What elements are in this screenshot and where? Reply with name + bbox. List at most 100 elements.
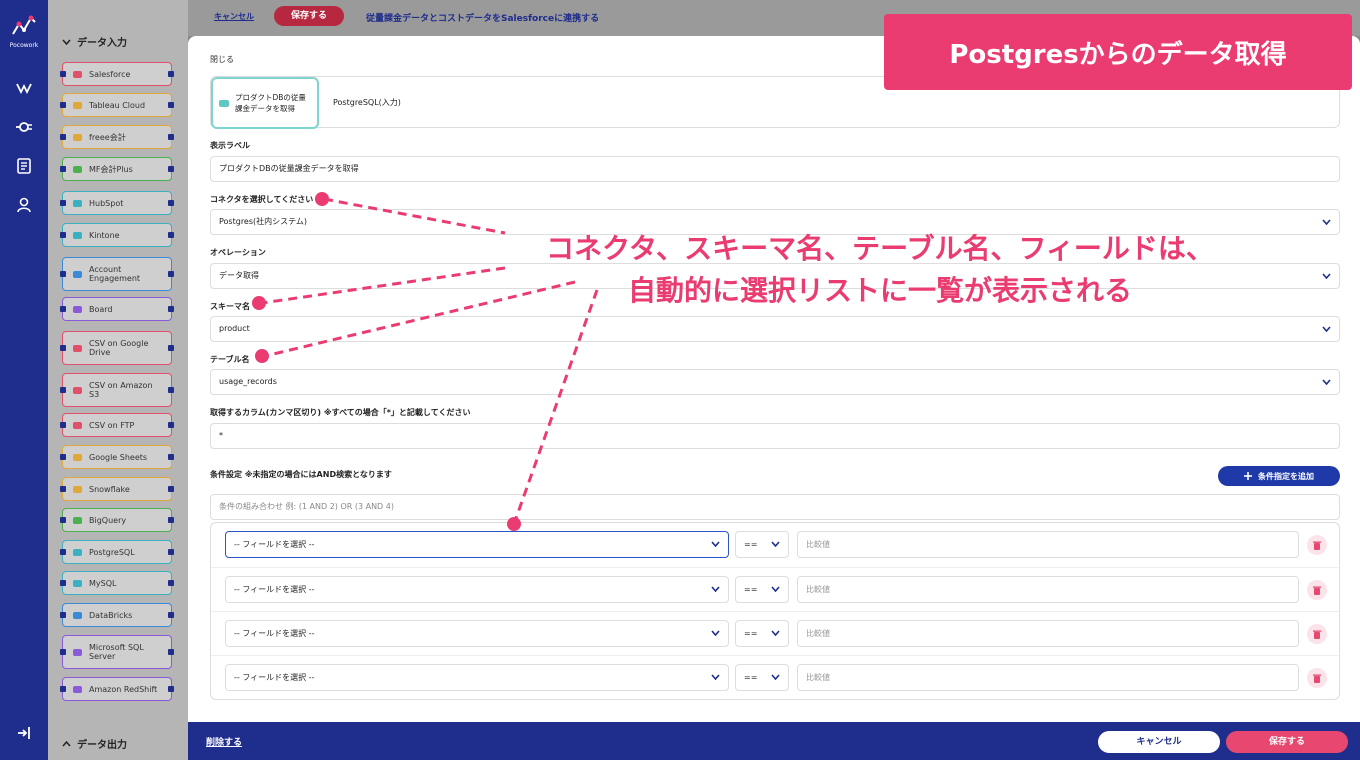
- field-select[interactable]: -- フィールドを選択 --: [225, 664, 729, 691]
- close-link[interactable]: 閉じる: [210, 54, 234, 65]
- input-port[interactable]: [60, 271, 66, 277]
- columns-input[interactable]: *: [210, 423, 1340, 449]
- logout-icon[interactable]: [12, 721, 36, 745]
- field-select[interactable]: -- フィールドを選択 --: [225, 620, 729, 647]
- input-port[interactable]: [60, 422, 66, 428]
- bottom-bar: 削除する キャンセル 保存する: [188, 722, 1360, 760]
- output-port[interactable]: [168, 422, 174, 428]
- input-port[interactable]: [60, 166, 66, 172]
- output-port[interactable]: [168, 549, 174, 555]
- operator-select[interactable]: ==: [735, 531, 789, 558]
- connector-node[interactable]: Board: [60, 297, 174, 321]
- input-port[interactable]: [60, 580, 66, 586]
- connector-node[interactable]: DataBricks: [60, 603, 174, 627]
- connector-node[interactable]: CSV on Google Drive: [60, 331, 174, 365]
- connector-node[interactable]: Salesforce: [60, 62, 174, 86]
- connector-node[interactable]: CSV on FTP: [60, 413, 174, 437]
- delete-condition-button[interactable]: [1307, 535, 1327, 555]
- input-port[interactable]: [60, 517, 66, 523]
- compare-value-input[interactable]: 比較値: [797, 620, 1299, 647]
- connector-node[interactable]: MF会計Plus: [60, 157, 174, 181]
- input-port[interactable]: [60, 306, 66, 312]
- trash-icon: [1313, 630, 1321, 639]
- section-data-input[interactable]: データ入力: [62, 34, 127, 49]
- input-port[interactable]: [60, 232, 66, 238]
- field-select-value: -- フィールドを選択 --: [234, 673, 315, 682]
- input-port[interactable]: [60, 102, 66, 108]
- connector-node[interactable]: HubSpot: [60, 191, 174, 215]
- connector-node[interactable]: freee会計: [60, 125, 174, 149]
- table-select[interactable]: usage_records: [210, 369, 1340, 395]
- delete-condition-button[interactable]: [1307, 580, 1327, 600]
- top-cancel-link[interactable]: キャンセル: [214, 11, 254, 22]
- input-port[interactable]: [60, 200, 66, 206]
- connector-node[interactable]: Account Engagement: [60, 257, 174, 291]
- connector-node[interactable]: CSV on Amazon S3: [60, 373, 174, 407]
- cancel-button[interactable]: キャンセル: [1098, 731, 1220, 753]
- trash-icon: [1313, 586, 1321, 595]
- input-port[interactable]: [60, 649, 66, 655]
- delete-condition-button[interactable]: [1307, 624, 1327, 644]
- schema-select[interactable]: product: [210, 316, 1340, 342]
- input-port[interactable]: [60, 486, 66, 492]
- input-port[interactable]: [60, 134, 66, 140]
- workflow-icon[interactable]: [12, 76, 36, 100]
- input-port[interactable]: [60, 686, 66, 692]
- log-icon[interactable]: [12, 154, 36, 178]
- output-port[interactable]: [168, 454, 174, 460]
- operator-select[interactable]: ==: [735, 576, 789, 603]
- compare-value-input[interactable]: 比較値: [797, 664, 1299, 691]
- output-port[interactable]: [168, 166, 174, 172]
- connector-node[interactable]: BigQuery: [60, 508, 174, 532]
- connector-node[interactable]: Google Sheets: [60, 445, 174, 469]
- input-port[interactable]: [60, 71, 66, 77]
- section-data-output[interactable]: データ出力: [62, 736, 127, 751]
- condition-combination-input[interactable]: 条件の組み合わせ 例: (1 AND 2) OR (3 AND 4): [210, 494, 1340, 520]
- output-port[interactable]: [168, 686, 174, 692]
- connector-icon[interactable]: [12, 115, 36, 139]
- output-port[interactable]: [168, 306, 174, 312]
- input-port[interactable]: [60, 387, 66, 393]
- connector-node[interactable]: Microsoft SQL Server: [60, 635, 174, 669]
- app-logo[interactable]: Pocowork: [6, 14, 42, 49]
- field-select[interactable]: -- フィールドを選択 --: [225, 576, 729, 603]
- output-port[interactable]: [168, 649, 174, 655]
- output-port[interactable]: [168, 71, 174, 77]
- connector-node[interactable]: Kintone: [60, 223, 174, 247]
- output-port[interactable]: [168, 271, 174, 277]
- operator-select[interactable]: ==: [735, 664, 789, 691]
- compare-value-input[interactable]: 比較値: [797, 531, 1299, 558]
- add-condition-button[interactable]: 条件指定を追加: [1218, 466, 1340, 486]
- save-button[interactable]: 保存する: [1226, 731, 1348, 753]
- output-port[interactable]: [168, 200, 174, 206]
- output-port[interactable]: [168, 134, 174, 140]
- output-port[interactable]: [168, 580, 174, 586]
- connector-node[interactable]: Amazon RedShift: [60, 677, 174, 701]
- connector-node[interactable]: Tableau Cloud: [60, 93, 174, 117]
- input-port[interactable]: [60, 549, 66, 555]
- connector-node[interactable]: PostgreSQL: [60, 540, 174, 564]
- trash-icon: [1313, 541, 1321, 550]
- compare-value-input[interactable]: 比較値: [797, 576, 1299, 603]
- input-port[interactable]: [60, 612, 66, 618]
- output-port[interactable]: [168, 486, 174, 492]
- top-save-button[interactable]: 保存する: [274, 6, 344, 26]
- output-port[interactable]: [168, 517, 174, 523]
- display-label-input[interactable]: プロダクトDBの従量課金データを取得: [210, 156, 1340, 182]
- field-select[interactable]: -- フィールドを選択 --: [225, 531, 729, 558]
- input-port[interactable]: [60, 454, 66, 460]
- input-port[interactable]: [60, 345, 66, 351]
- output-port[interactable]: [168, 102, 174, 108]
- connector-node[interactable]: MySQL: [60, 571, 174, 595]
- delete-link[interactable]: 削除する: [206, 735, 242, 748]
- chevron-down-icon: [771, 674, 780, 680]
- operator-select[interactable]: ==: [735, 620, 789, 647]
- output-port[interactable]: [168, 612, 174, 618]
- user-icon[interactable]: [12, 193, 36, 217]
- output-port[interactable]: [168, 345, 174, 351]
- connector-title: コネクタを選択してください: [210, 195, 314, 204]
- connector-node[interactable]: Snowflake: [60, 477, 174, 501]
- output-port[interactable]: [168, 387, 174, 393]
- delete-condition-button[interactable]: [1307, 668, 1327, 688]
- output-port[interactable]: [168, 232, 174, 238]
